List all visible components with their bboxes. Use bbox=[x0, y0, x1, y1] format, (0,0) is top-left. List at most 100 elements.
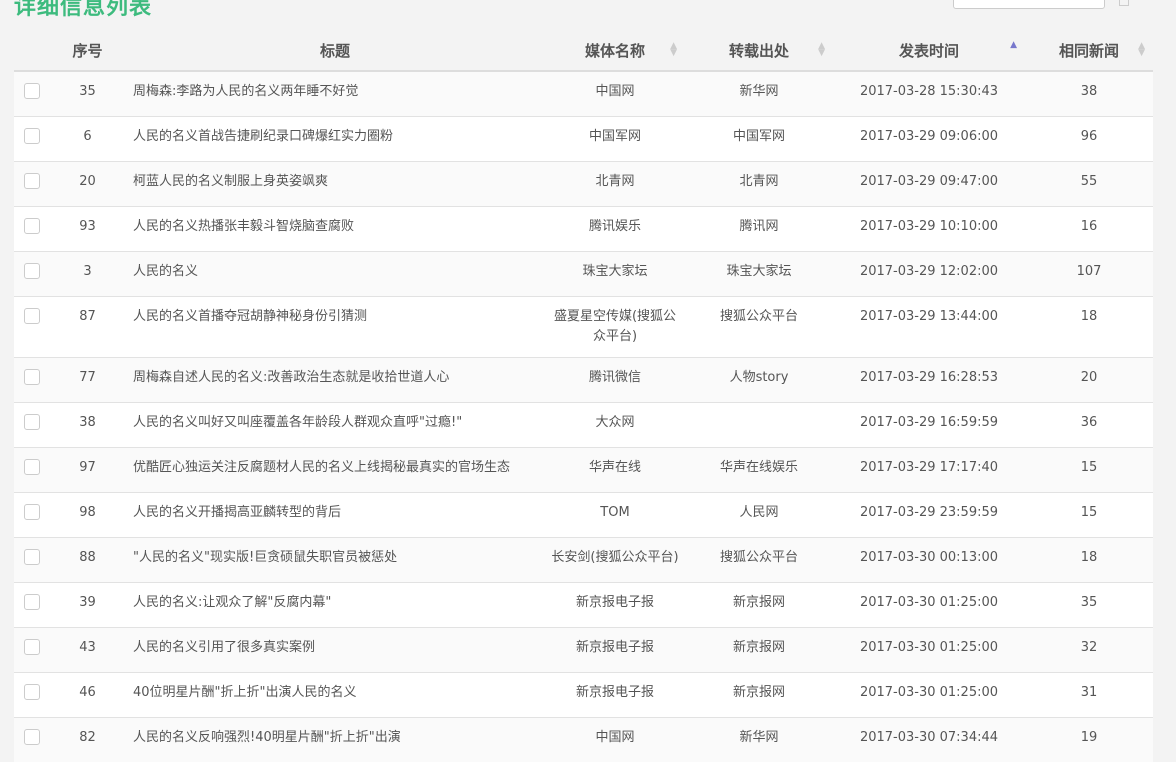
sort-icon[interactable]: ▲▼ bbox=[670, 43, 677, 57]
row-index: 87 bbox=[50, 297, 125, 358]
row-title: 人民的名义引用了很多真实案例 bbox=[125, 628, 545, 673]
row-checkbox[interactable] bbox=[24, 218, 40, 234]
row-checkbox-cell bbox=[14, 207, 50, 252]
row-checkbox-cell bbox=[14, 162, 50, 207]
table-row[interactable]: 87人民的名义首播夺冠胡静神秘身份引猜测盛夏星空传媒(搜狐公众平台)搜狐公众平台… bbox=[14, 297, 1153, 358]
row-same-count: 15 bbox=[1025, 448, 1153, 493]
table-row[interactable]: 6人民的名义首战告捷刷纪录口碑爆红实力圈粉中国军网中国军网2017-03-29 … bbox=[14, 117, 1153, 162]
row-source: 新华网 bbox=[685, 71, 833, 117]
col-title[interactable]: 标题 bbox=[125, 30, 545, 71]
row-time: 2017-03-30 01:25:00 bbox=[833, 628, 1025, 673]
row-media: 中国网 bbox=[545, 71, 685, 117]
trash-icon[interactable] bbox=[1119, 0, 1129, 6]
row-media: TOM bbox=[545, 493, 685, 538]
row-title: 人民的名义叫好又叫座覆盖各年龄段人群观众直呼"过瘾!" bbox=[125, 403, 545, 448]
col-index[interactable]: 序号 bbox=[50, 30, 125, 71]
row-title: 人民的名义 bbox=[125, 252, 545, 297]
row-checkbox[interactable] bbox=[24, 729, 40, 745]
row-source: 搜狐公众平台 bbox=[685, 538, 833, 583]
row-time: 2017-03-29 23:59:59 bbox=[833, 493, 1025, 538]
row-checkbox[interactable] bbox=[24, 308, 40, 324]
table-row[interactable]: 93人民的名义热播张丰毅斗智烧脑查腐败腾讯娱乐腾讯网2017-03-29 10:… bbox=[14, 207, 1153, 252]
col-media[interactable]: 媒体名称 ▲▼ bbox=[545, 30, 685, 71]
table-row[interactable]: 39人民的名义:让观众了解"反腐内幕"新京报电子报新京报网2017-03-30 … bbox=[14, 583, 1153, 628]
row-checkbox[interactable] bbox=[24, 173, 40, 189]
table-row[interactable]: 43人民的名义引用了很多真实案例新京报电子报新京报网2017-03-30 01:… bbox=[14, 628, 1153, 673]
row-checkbox-cell bbox=[14, 117, 50, 162]
sort-asc-icon[interactable]: ▲ bbox=[1010, 42, 1017, 49]
row-time: 2017-03-29 16:28:53 bbox=[833, 358, 1025, 403]
row-checkbox[interactable] bbox=[24, 83, 40, 99]
row-time: 2017-03-29 13:44:00 bbox=[833, 297, 1025, 358]
search-input[interactable] bbox=[953, 0, 1105, 9]
row-checkbox-cell bbox=[14, 252, 50, 297]
row-media: 中国军网 bbox=[545, 117, 685, 162]
sort-icon[interactable]: ▲▼ bbox=[1138, 43, 1145, 57]
row-time: 2017-03-29 10:10:00 bbox=[833, 207, 1025, 252]
row-checkbox[interactable] bbox=[24, 369, 40, 385]
row-media: 腾讯微信 bbox=[545, 358, 685, 403]
row-time: 2017-03-29 17:17:40 bbox=[833, 448, 1025, 493]
row-same-count: 35 bbox=[1025, 583, 1153, 628]
table-row[interactable]: 38人民的名义叫好又叫座覆盖各年龄段人群观众直呼"过瘾!"大众网2017-03-… bbox=[14, 403, 1153, 448]
col-same-label: 相同新闻 bbox=[1059, 42, 1119, 60]
row-same-count: 20 bbox=[1025, 358, 1153, 403]
row-title: 周梅森自述人民的名义:改善政治生态就是收拾世道人心 bbox=[125, 358, 545, 403]
row-media: 华声在线 bbox=[545, 448, 685, 493]
row-time: 2017-03-30 07:34:44 bbox=[833, 718, 1025, 762]
row-checkbox[interactable] bbox=[24, 684, 40, 700]
row-same-count: 18 bbox=[1025, 538, 1153, 583]
row-media: 大众网 bbox=[545, 403, 685, 448]
row-checkbox[interactable] bbox=[24, 549, 40, 565]
row-time: 2017-03-28 15:30:43 bbox=[833, 71, 1025, 117]
row-checkbox[interactable] bbox=[24, 263, 40, 279]
row-checkbox[interactable] bbox=[24, 128, 40, 144]
row-index: 88 bbox=[50, 538, 125, 583]
row-checkbox-cell bbox=[14, 538, 50, 583]
col-media-label: 媒体名称 bbox=[585, 42, 645, 60]
row-checkbox[interactable] bbox=[24, 459, 40, 475]
row-checkbox[interactable] bbox=[24, 594, 40, 610]
row-title: 周梅森:李路为人民的名义两年睡不好觉 bbox=[125, 71, 545, 117]
row-media: 长安剑(搜狐公众平台) bbox=[545, 538, 685, 583]
row-checkbox-cell bbox=[14, 628, 50, 673]
col-same-news[interactable]: 相同新闻 ▲▼ bbox=[1025, 30, 1153, 71]
row-media: 新京报电子报 bbox=[545, 628, 685, 673]
row-checkbox-cell bbox=[14, 297, 50, 358]
row-checkbox[interactable] bbox=[24, 639, 40, 655]
row-checkbox-cell bbox=[14, 493, 50, 538]
table-row[interactable]: 20柯蓝人民的名义制服上身英姿飒爽北青网北青网2017-03-29 09:47:… bbox=[14, 162, 1153, 207]
row-time: 2017-03-30 00:13:00 bbox=[833, 538, 1025, 583]
table-row[interactable]: 88"人民的名义"现实版!巨贪硕鼠失职官员被惩处长安剑(搜狐公众平台)搜狐公众平… bbox=[14, 538, 1153, 583]
row-index: 82 bbox=[50, 718, 125, 762]
row-source: 中国军网 bbox=[685, 117, 833, 162]
table-row[interactable]: 82人民的名义反响强烈!40明星片酬"折上折"出演中国网新华网2017-03-3… bbox=[14, 718, 1153, 762]
table-row[interactable]: 97优酷匠心独运关注反腐题材人民的名义上线揭秘最真实的官场生态华声在线华声在线娱… bbox=[14, 448, 1153, 493]
row-checkbox[interactable] bbox=[24, 414, 40, 430]
row-title: 人民的名义热播张丰毅斗智烧脑查腐败 bbox=[125, 207, 545, 252]
select-all-header bbox=[14, 30, 50, 71]
table-row[interactable]: 98人民的名义开播揭高亚麟转型的背后TOM人民网2017-03-29 23:59… bbox=[14, 493, 1153, 538]
row-index: 97 bbox=[50, 448, 125, 493]
row-media: 腾讯娱乐 bbox=[545, 207, 685, 252]
table-row[interactable]: 35周梅森:李路为人民的名义两年睡不好觉中国网新华网2017-03-28 15:… bbox=[14, 71, 1153, 117]
row-title: 人民的名义反响强烈!40明星片酬"折上折"出演 bbox=[125, 718, 545, 762]
page-title: 详细信息列表 bbox=[14, 0, 152, 21]
col-source-label: 转载出处 bbox=[729, 42, 789, 60]
table-row[interactable]: 77周梅森自述人民的名义:改善政治生态就是收拾世道人心腾讯微信人物story20… bbox=[14, 358, 1153, 403]
row-index: 35 bbox=[50, 71, 125, 117]
row-title: 人民的名义首播夺冠胡静神秘身份引猜测 bbox=[125, 297, 545, 358]
table-row[interactable]: 3人民的名义珠宝大家坛珠宝大家坛2017-03-29 12:02:00107 bbox=[14, 252, 1153, 297]
row-checkbox[interactable] bbox=[24, 504, 40, 520]
row-source: 新京报网 bbox=[685, 628, 833, 673]
col-time[interactable]: 发表时间▲ bbox=[833, 30, 1025, 71]
col-source[interactable]: 转载出处 ▲▼ bbox=[685, 30, 833, 71]
row-index: 39 bbox=[50, 583, 125, 628]
row-same-count: 107 bbox=[1025, 252, 1153, 297]
row-media: 盛夏星空传媒(搜狐公众平台) bbox=[545, 297, 685, 358]
row-index: 77 bbox=[50, 358, 125, 403]
row-index: 3 bbox=[50, 252, 125, 297]
row-source: 腾讯网 bbox=[685, 207, 833, 252]
sort-icon[interactable]: ▲▼ bbox=[818, 43, 825, 57]
row-media: 中国网 bbox=[545, 718, 685, 762]
